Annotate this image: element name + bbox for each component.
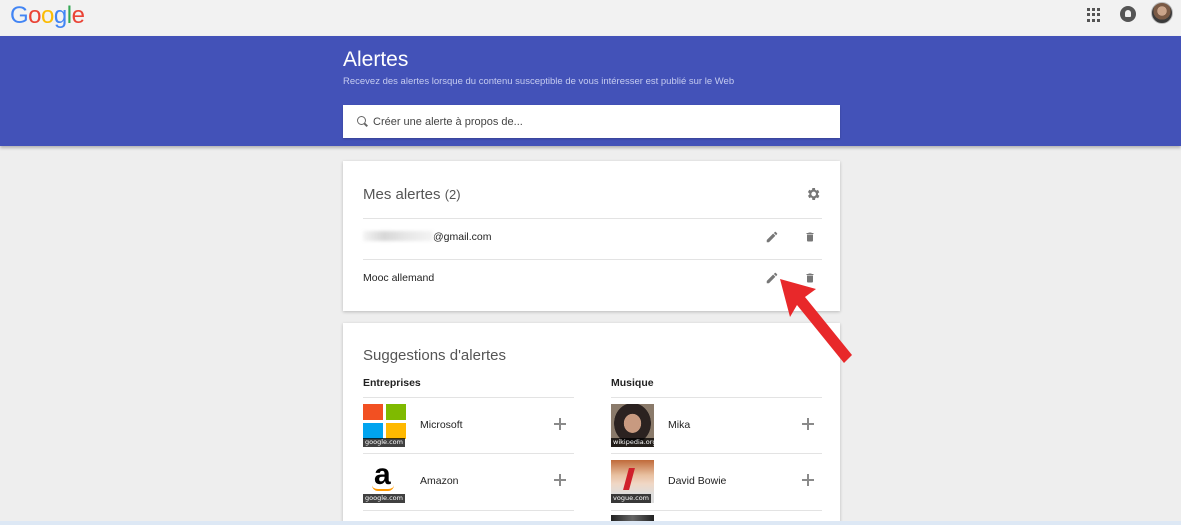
my-alerts-card: Mes alertes (2) @gmail.com Mooc allemand <box>343 161 840 311</box>
column-heading-music: Musique <box>611 377 654 389</box>
thumbnail-source: google.com <box>363 494 405 503</box>
suggestions-title: Suggestions d'alertes <box>363 347 506 364</box>
red-arrow-annotation <box>780 279 852 363</box>
suggestion-row-mika[interactable]: wikipedia.org Mika <box>611 397 822 453</box>
suggestion-name: David Bowie <box>668 475 727 487</box>
my-alerts-label: Mes alertes <box>363 186 441 203</box>
column-heading-companies: Entreprises <box>363 377 421 389</box>
page-subtitle: Recevez des alertes lorsque du contenu s… <box>343 76 735 87</box>
alert-email: @gmail.com <box>433 231 492 243</box>
mika-photo-thumbnail: wikipedia.org <box>611 404 654 447</box>
suggestion-name: Amazon <box>420 475 459 487</box>
logo-letter: G <box>10 2 29 29</box>
add-plus-icon[interactable] <box>801 417 815 431</box>
suggestion-name: Mika <box>668 419 691 431</box>
alert-label: Mooc allemand <box>363 272 435 284</box>
row-divider <box>363 510 574 511</box>
thumbnail-source: vogue.com <box>611 494 652 503</box>
alert-row[interactable]: Mooc allemand <box>363 259 822 300</box>
suggestions-card: Suggestions d'alertes Entreprises Musiqu… <box>343 323 840 525</box>
add-plus-icon[interactable] <box>553 473 567 487</box>
apps-grid-icon[interactable] <box>1087 8 1101 22</box>
logo-letter: o <box>41 2 54 29</box>
alert-label: @gmail.com <box>363 231 492 243</box>
suggestion-name: Microsoft <box>420 419 463 431</box>
my-alerts-title: Mes alertes (2) <box>363 186 461 203</box>
suggestion-row-david-bowie[interactable]: vogue.com David Bowie <box>611 453 822 509</box>
add-plus-icon[interactable] <box>553 417 567 431</box>
microsoft-logo-thumbnail: google.com <box>363 404 406 447</box>
logo-letter: o <box>28 2 42 29</box>
thumbnail-source: wikipedia.org <box>611 438 654 447</box>
create-alert-search-box[interactable] <box>343 105 840 138</box>
my-alerts-count: (2) <box>444 187 461 202</box>
david-bowie-photo-thumbnail: vogue.com <box>611 460 654 503</box>
edit-pencil-icon[interactable] <box>765 230 781 246</box>
redacted-email-mask <box>363 231 433 241</box>
amazon-logo-thumbnail: a google.com <box>363 460 406 503</box>
page-title: Alertes <box>343 48 409 71</box>
trash-icon[interactable] <box>804 230 818 246</box>
add-plus-icon[interactable] <box>801 473 815 487</box>
logo-letter: e <box>71 2 85 29</box>
bottom-strip <box>0 521 1181 525</box>
alert-row[interactable]: @gmail.com <box>363 218 822 259</box>
header-banner: Alertes Recevez des alertes lorsque du c… <box>0 36 1181 146</box>
row-divider <box>611 510 822 511</box>
create-alert-input[interactable] <box>373 111 823 133</box>
google-logo[interactable]: Google <box>10 2 85 30</box>
notifications-icon[interactable] <box>1120 6 1136 22</box>
top-bar: Google <box>0 0 1181 36</box>
gear-icon[interactable] <box>805 186 821 202</box>
suggestion-row-amazon[interactable]: a google.com Amazon <box>363 453 574 509</box>
search-icon <box>357 116 366 125</box>
thumbnail-source: google.com <box>363 438 405 447</box>
avatar[interactable] <box>1151 2 1173 24</box>
logo-letter: g <box>53 2 67 29</box>
suggestion-row-microsoft[interactable]: google.com Microsoft <box>363 397 574 453</box>
